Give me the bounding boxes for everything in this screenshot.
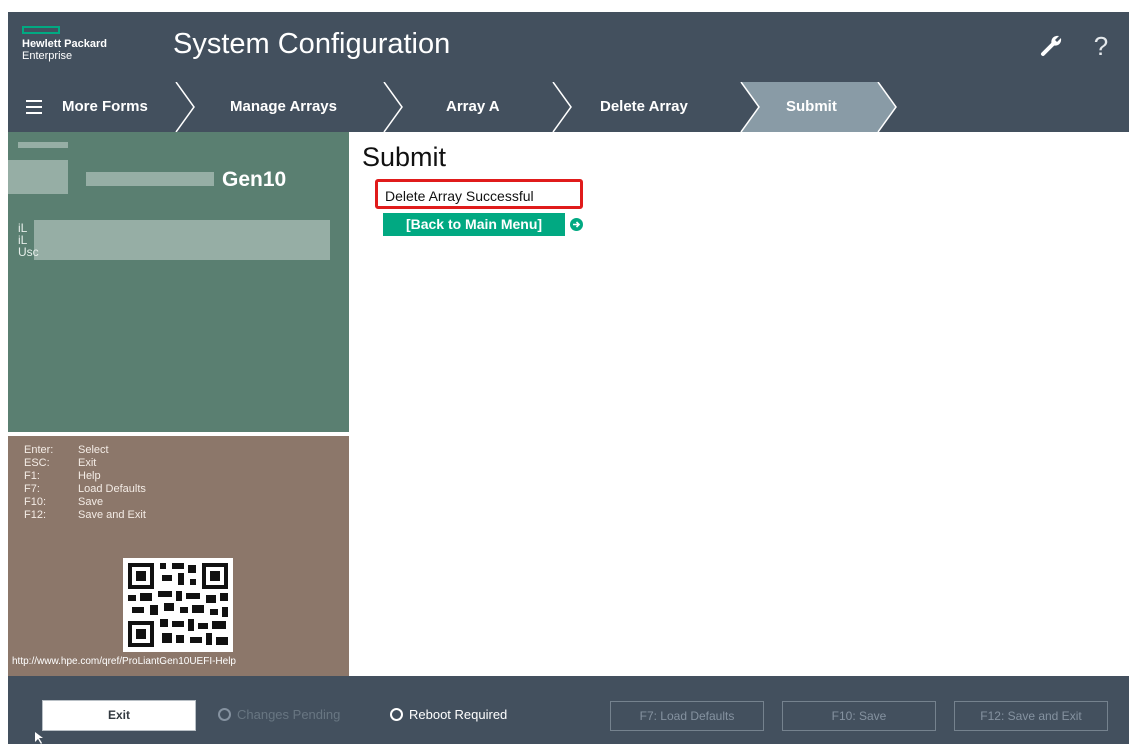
breadcrumb-submit: Submit (786, 98, 837, 115)
logo-line-2: Enterprise (22, 50, 73, 62)
qr-code (123, 558, 233, 652)
breadcrumb-chevrons (175, 82, 897, 132)
breadcrumb-array-a[interactable]: Array A (446, 82, 500, 132)
breadcrumb-separator (175, 82, 195, 132)
redacted-info (34, 220, 330, 260)
key-row: ESC: Exit (24, 457, 96, 469)
key-action: Load Defaults (78, 483, 146, 495)
page-title: Submit (362, 142, 447, 172)
breadcrumb-delete-array[interactable]: Delete Array (600, 82, 688, 132)
hamburger-icon[interactable] (26, 100, 42, 114)
mouse-cursor-icon (35, 732, 43, 744)
wrench-icon[interactable] (1038, 32, 1066, 60)
key-name: F1: (24, 470, 40, 482)
load-defaults-button[interactable]: F7: Load Defaults (610, 701, 764, 731)
info-line: Usc (18, 245, 39, 259)
system-info-panel: Gen10 iL iL Usc (8, 132, 349, 432)
redacted-info (86, 172, 214, 186)
breadcrumb-manage-arrays[interactable]: Manage Arrays (230, 82, 337, 132)
back-to-main-menu-link[interactable]: [Back to Main Menu] (383, 213, 565, 236)
key-row: F1: Help (24, 470, 101, 482)
key-name: Enter: (24, 444, 54, 456)
changes-pending-indicator: Changes Pending (218, 707, 340, 722)
footer-bar: Exit Changes Pending Reboot Required F7:… (8, 676, 1129, 744)
key-action: Help (78, 470, 101, 482)
help-icon[interactable]: ? (1087, 32, 1115, 60)
server-model: Gen10 (222, 168, 287, 191)
changes-pending-label: Changes Pending (237, 707, 341, 722)
help-url[interactable]: http://www.hpe.com/qref/ProLiantGen10UEF… (12, 656, 236, 667)
circle-icon (218, 708, 231, 721)
reboot-required-label: Reboot Required (409, 707, 508, 722)
redacted-info (18, 142, 68, 148)
system-configuration-window: Hewlett Packard Enterprise System Config… (8, 12, 1129, 744)
key-row: Enter: Select (24, 444, 109, 456)
key-help-panel: Enter: Select ESC: Exit F1: Help F7: Load De… (8, 436, 349, 676)
key-row: F10: Save (24, 496, 103, 508)
breadcrumb: More Forms Manage Arrays Array A Delete … (8, 82, 1129, 132)
exit-button[interactable]: Exit (42, 700, 196, 731)
header-bar: Hewlett Packard Enterprise System Config… (8, 12, 1129, 82)
key-name: F12: (24, 509, 47, 521)
hpe-logo: Hewlett Packard Enterprise (22, 26, 107, 62)
save-button[interactable]: F10: Save (782, 701, 936, 731)
breadcrumb-separator (383, 82, 403, 132)
key-name: F10: (24, 496, 47, 508)
circle-icon (390, 708, 403, 721)
arrow-right-circle-icon[interactable] (570, 218, 583, 231)
success-message-box: Delete Array Successful (375, 179, 583, 209)
key-name: ESC: (24, 457, 50, 469)
breadcrumb-more-forms[interactable]: More Forms (62, 82, 148, 132)
key-action: Save and Exit (78, 509, 146, 521)
breadcrumb-separator (552, 82, 572, 132)
key-row: F12: Save and Exit (24, 509, 146, 521)
qr-code-image (128, 563, 228, 647)
key-action: Select (78, 444, 109, 456)
key-row: F7: Load Defaults (24, 483, 146, 495)
save-and-exit-button[interactable]: F12: Save and Exit (954, 701, 1108, 731)
reboot-required-indicator: Reboot Required (390, 707, 507, 722)
key-name: F7: (24, 483, 40, 495)
key-action: Save (78, 496, 104, 508)
redacted-info (8, 160, 68, 194)
success-message: Delete Array Successful (385, 188, 534, 204)
logo-line-1: Hewlett Packard (22, 38, 107, 50)
key-action: Exit (78, 457, 97, 469)
hpe-logo-mark (22, 26, 60, 34)
app-title: System Configuration (173, 28, 451, 60)
